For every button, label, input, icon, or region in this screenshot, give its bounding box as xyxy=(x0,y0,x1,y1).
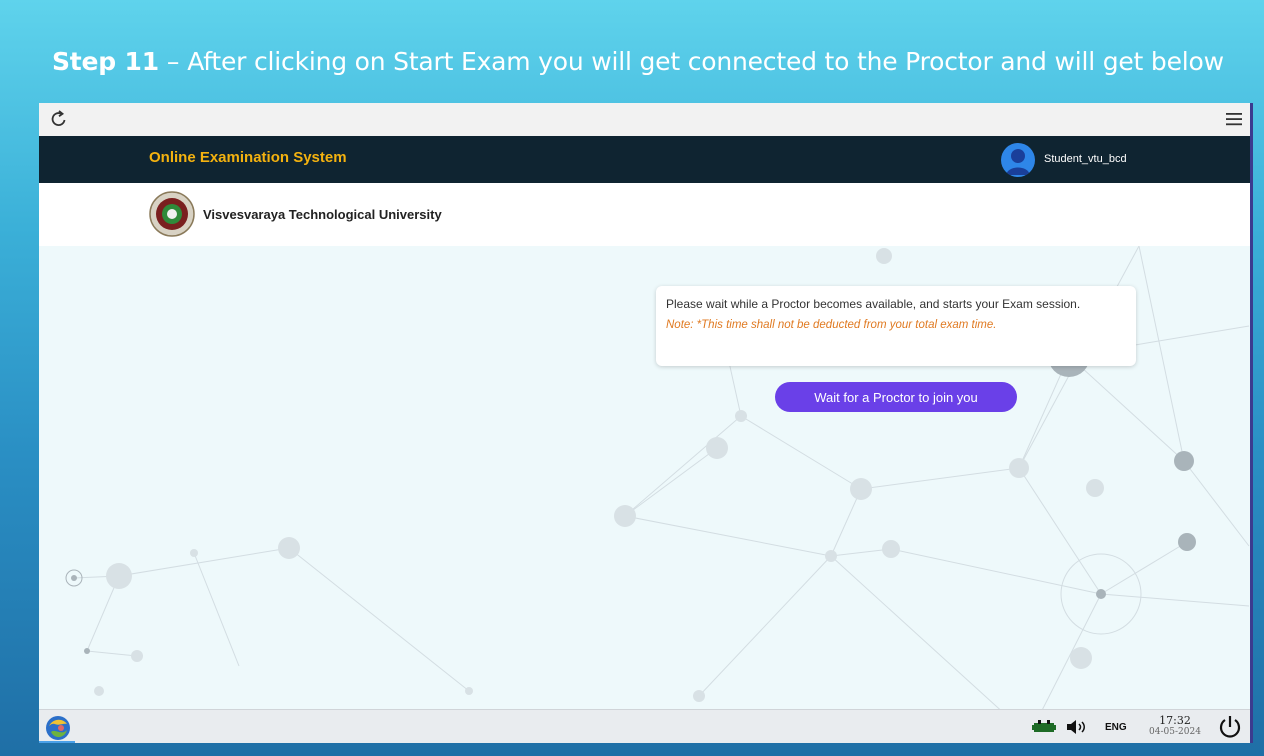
volume-icon[interactable] xyxy=(1065,718,1089,736)
university-name: Visvesvaraya Technological University xyxy=(203,207,442,222)
wait-for-proctor-button[interactable]: Wait for a Proctor to join you xyxy=(775,382,1017,412)
app-title: Online Examination System xyxy=(149,149,347,166)
system-clock[interactable]: 17:32 04-05-2024 xyxy=(1145,714,1205,737)
wait-message-text: Please wait while a Proctor becomes avai… xyxy=(666,297,1081,311)
screenshot-window: Online Examination System Student_vtu_bc… xyxy=(39,103,1253,743)
network-icon[interactable] xyxy=(1031,719,1057,735)
app-header: Online Examination System Student_vtu_bc… xyxy=(39,136,1250,183)
proctor-wait-message: Please wait while a Proctor becomes avai… xyxy=(656,286,1136,366)
user-name[interactable]: Student_vtu_bcd xyxy=(1044,153,1127,165)
wait-message-note: Note: *This time shall not be deducted f… xyxy=(666,319,997,331)
university-bar: Visvesvaraya Technological University xyxy=(39,183,1250,246)
user-avatar-icon[interactable] xyxy=(1001,143,1035,177)
clock-date: 04-05-2024 xyxy=(1149,727,1201,737)
browser-toolbar xyxy=(39,103,1250,137)
language-indicator[interactable]: ENG xyxy=(1105,722,1127,733)
clock-time: 17:32 xyxy=(1159,714,1191,727)
university-seal-icon xyxy=(149,191,195,237)
taskbar: ENG 17:32 04-05-2024 xyxy=(39,709,1250,743)
reload-icon[interactable] xyxy=(49,109,69,129)
step-description: After clicking on Start Exam you will ge… xyxy=(187,47,1224,76)
hamburger-menu-icon[interactable] xyxy=(1224,110,1244,128)
start-menu-icon[interactable] xyxy=(43,714,73,742)
step-separator: – xyxy=(166,47,180,76)
slide-heading: Step 11– After clicking on Start Exam you… xyxy=(52,44,1264,80)
power-icon[interactable] xyxy=(1217,714,1243,740)
step-label: Step 11 xyxy=(52,47,159,76)
start-active-indicator xyxy=(39,741,75,743)
